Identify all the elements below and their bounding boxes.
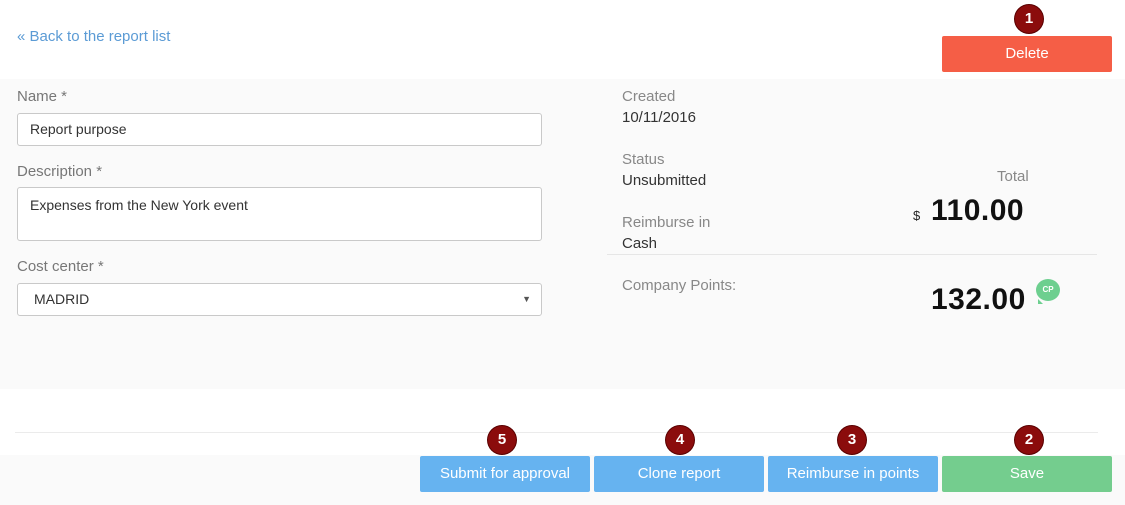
company-points-amount: 132.00 — [931, 283, 1026, 316]
created-date: 10/11/2016 — [622, 109, 696, 126]
company-points-icon: CP — [1036, 279, 1060, 304]
delete-button[interactable]: Delete — [942, 36, 1112, 72]
step-marker-clone: 4 — [666, 426, 694, 454]
back-to-report-list-link[interactable]: « Back to the report list — [17, 28, 170, 45]
reimburse-in-value: Cash — [622, 235, 658, 252]
cost-center-select[interactable]: MADRID ▼ — [17, 283, 542, 316]
company-points-label: Company Points: — [622, 277, 737, 294]
description-label: Description * — [17, 163, 103, 180]
caret-down-icon: ▼ — [522, 294, 531, 304]
step-marker-delete: 1 — [1015, 5, 1043, 33]
cost-center-value: MADRID — [34, 291, 90, 307]
reimburse-in-label: Reimburse in — [622, 214, 711, 231]
clone-report-button[interactable]: Clone report — [594, 456, 764, 492]
name-input[interactable]: Report purpose — [17, 113, 542, 146]
footer-divider — [15, 432, 1098, 433]
status-value: Unsubmitted — [622, 172, 707, 189]
currency-symbol: $ — [913, 208, 921, 223]
total-label: Total — [997, 168, 1029, 185]
created-label: Created — [622, 88, 676, 105]
description-textarea[interactable]: Expenses from the New York event — [17, 187, 542, 241]
name-label: Name * — [17, 88, 68, 105]
divider — [607, 254, 1097, 255]
submit-for-approval-button[interactable]: Submit for approval — [420, 456, 590, 492]
save-button[interactable]: Save — [942, 456, 1112, 492]
reimburse-in-points-button[interactable]: Reimburse in points — [768, 456, 938, 492]
step-marker-save: 2 — [1015, 426, 1043, 454]
cost-center-label: Cost center * — [17, 258, 104, 275]
status-label: Status — [622, 151, 665, 168]
step-marker-reimburse: 3 — [838, 426, 866, 454]
step-marker-submit: 5 — [488, 426, 516, 454]
total-amount: 110.00 — [931, 194, 1025, 227]
